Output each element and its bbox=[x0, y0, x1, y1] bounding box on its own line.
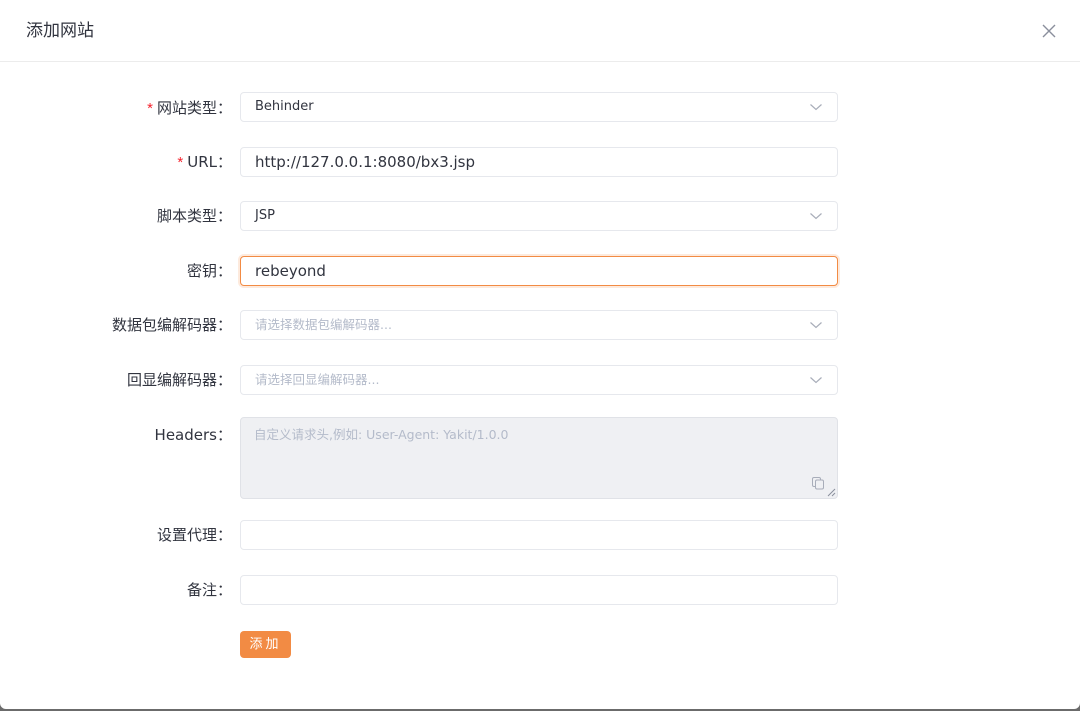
echo-codec-label: 回显编解码器： bbox=[126, 371, 232, 389]
url-label: * URL： bbox=[177, 153, 232, 171]
url-value: http://127.0.0.1:8080/bx3.jsp bbox=[255, 153, 476, 171]
packet-codec-label: 数据包编解码器： bbox=[111, 316, 232, 334]
secret-label: 密钥： bbox=[186, 262, 232, 280]
headers-placeholder: 自定义请求头,例如: User-Agent: Yakit/1.0.0 bbox=[254, 427, 509, 442]
packet-codec-placeholder: 请选择数据包编解码器... bbox=[255, 317, 392, 332]
headers-label: Headers： bbox=[154, 426, 232, 444]
required-mark: * bbox=[177, 154, 184, 171]
packet-codec-select[interactable]: 请选择数据包编解码器... bbox=[240, 310, 838, 340]
add-site-dialog: 添加网站 * 网站类型： Behinder * URL： http://127.0.… bbox=[0, 0, 1080, 709]
script-type-select[interactable]: JSP bbox=[240, 201, 838, 231]
echo-codec-placeholder: 请选择回显编解码器... bbox=[255, 372, 380, 387]
headers-textarea[interactable]: 自定义请求头,例如: User-Agent: Yakit/1.0.0 bbox=[240, 417, 838, 499]
site-type-select[interactable]: Behinder bbox=[240, 92, 838, 122]
required-mark: * bbox=[147, 100, 153, 117]
dialog-title: 添加网站 bbox=[26, 21, 94, 41]
script-type-value: JSP bbox=[255, 208, 275, 223]
echo-codec-select[interactable]: 请选择回显编解码器... bbox=[240, 365, 838, 395]
remark-input[interactable] bbox=[240, 575, 838, 605]
proxy-input[interactable] bbox=[240, 520, 838, 550]
proxy-label: 设置代理： bbox=[156, 526, 232, 544]
chevron-down-icon bbox=[810, 322, 822, 329]
add-button[interactable]: 添加 bbox=[240, 631, 291, 658]
chevron-down-icon bbox=[810, 377, 822, 384]
site-type-label: * 网站类型： bbox=[147, 99, 232, 117]
chevron-down-icon bbox=[810, 104, 822, 111]
script-type-label: 脚本类型： bbox=[156, 207, 232, 225]
resize-handle-icon[interactable] bbox=[827, 488, 836, 497]
secret-value: rebeyond bbox=[255, 262, 326, 280]
copy-icon[interactable] bbox=[811, 476, 825, 490]
secret-input[interactable]: rebeyond bbox=[240, 256, 838, 286]
site-type-value: Behinder bbox=[255, 99, 314, 114]
url-input[interactable]: http://127.0.0.1:8080/bx3.jsp bbox=[240, 147, 838, 177]
dialog-header: 添加网站 bbox=[0, 0, 1080, 62]
chevron-down-icon bbox=[810, 213, 822, 220]
remark-label: 备注： bbox=[186, 581, 232, 599]
close-icon[interactable] bbox=[1038, 20, 1060, 42]
